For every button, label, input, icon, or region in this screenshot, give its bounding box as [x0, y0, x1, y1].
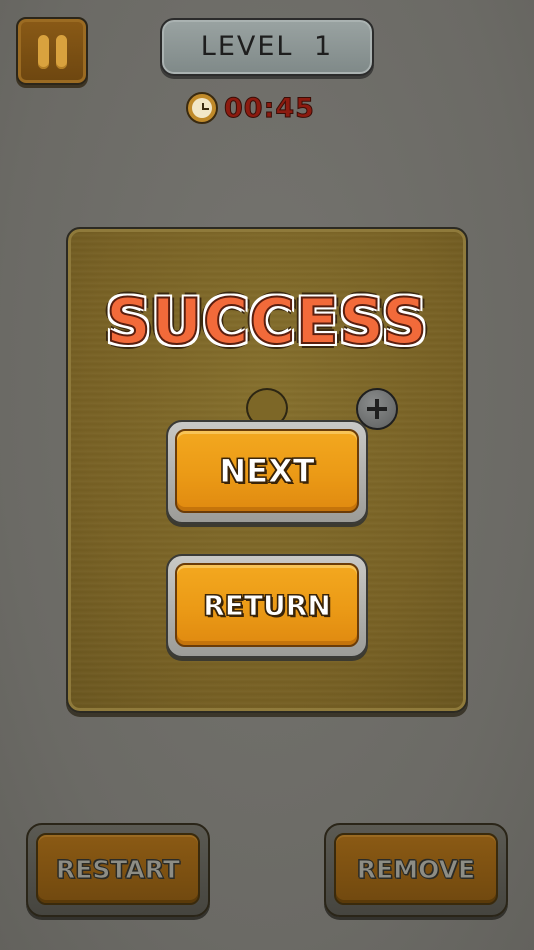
game-screen: LEVEL 1 00:45 SUCCESS NEXT RETURN RESTAR…: [0, 0, 534, 950]
success-title: SUCCESS: [105, 284, 428, 359]
restart-button-label: RESTART: [36, 833, 200, 905]
timer-value: 00:45: [224, 92, 315, 124]
restart-button[interactable]: RESTART: [26, 823, 210, 917]
level-label: LEVEL 1: [160, 18, 374, 76]
remove-button[interactable]: REMOVE: [324, 823, 508, 917]
clock-icon: [186, 92, 218, 124]
remove-button-label: REMOVE: [334, 833, 498, 905]
pause-icon-bar: [56, 35, 67, 69]
timer: 00:45: [186, 90, 315, 126]
next-button[interactable]: NEXT: [166, 420, 368, 524]
return-button[interactable]: RETURN: [166, 554, 368, 658]
next-button-label: NEXT: [175, 429, 359, 513]
return-button-label: RETURN: [175, 563, 359, 647]
pause-button[interactable]: [16, 17, 88, 85]
pause-icon: [38, 35, 49, 69]
